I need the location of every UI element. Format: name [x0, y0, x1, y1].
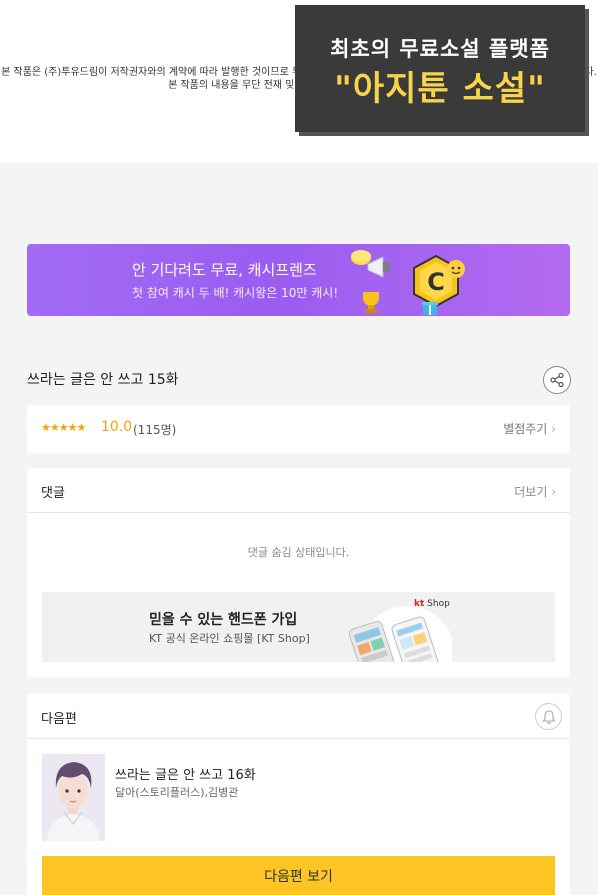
- rating-count: (115명): [133, 423, 177, 437]
- gift-box-icon: [422, 302, 438, 315]
- comments-more-label: 더보기: [514, 485, 548, 499]
- episode-title: 쓰라는 글은 안 쓰고 15화: [27, 372, 179, 388]
- notification-bell-button[interactable]: [535, 703, 562, 730]
- promo-line-1: 최초의 무료소설 플랫폼: [330, 37, 550, 61]
- next-episode-thumbnail[interactable]: [42, 754, 105, 841]
- kt-shop-ad[interactable]: 믿을 수 있는 핸드폰 가입 KT 공식 온라인 쇼핑몰 [KT Shop] k…: [42, 592, 555, 662]
- comments-panel: 댓글 더보기 › 댓글 숨김 상태입니다. 믿을 수 있는 핸드폰 가입 KT …: [27, 468, 570, 677]
- trophy-icon: [363, 292, 379, 313]
- share-icon: [550, 372, 564, 388]
- megaphone-icon: [367, 256, 390, 278]
- cash-banner-title: 안 기다려도 무료, 캐시프렌즈: [132, 261, 317, 279]
- comments-hidden-message: 댓글 숨김 상태입니다.: [247, 546, 350, 559]
- rate-button-label: 별점주기: [503, 422, 548, 436]
- rate-button[interactable]: 별점주기 ›: [503, 420, 556, 437]
- cash-friends-banner[interactable]: 안 기다려도 무료, 캐시프렌즈 첫 참여 캐시 두 배! 캐시왕은 10만 캐…: [27, 244, 570, 316]
- promo-line-2: "아지툰 소설": [334, 69, 546, 109]
- chevron-right-icon: ›: [551, 485, 556, 499]
- next-episode-authors: 달아(스토리플러스),김병관: [115, 786, 239, 799]
- next-header: 다음편: [27, 694, 570, 739]
- comments-header: 댓글 더보기 ›: [27, 468, 570, 513]
- chevron-right-icon: ›: [551, 422, 556, 436]
- phone-mockup-image: [348, 606, 452, 662]
- promo-overlay-ad[interactable]: 최초의 무료소설 플랫폼 "아지툰 소설": [295, 5, 585, 132]
- comments-heading: 댓글: [41, 486, 65, 501]
- share-button[interactable]: [543, 366, 571, 394]
- bell-icon: [541, 709, 556, 724]
- rating-panel: ★★★★★ 10.0 (115명) 별점주기 ›: [27, 405, 570, 453]
- comments-more-button[interactable]: 더보기 ›: [514, 483, 556, 500]
- rating-stars: ★★★★★: [41, 421, 86, 434]
- next-episode-button[interactable]: 다음편 보기: [42, 856, 555, 895]
- rating-score: 10.0: [101, 419, 133, 435]
- svg-text:C: C: [427, 268, 445, 296]
- character-portrait-image: [42, 754, 105, 841]
- next-episode-panel: 다음편 쓰라는 글은 안 쓰고 16화 달아(스토리플러스),김병관 다음편 보…: [27, 694, 570, 895]
- kt-ad-subtitle: KT 공식 온라인 쇼핑몰 [KT Shop]: [149, 632, 310, 645]
- next-heading: 다음편: [41, 712, 77, 727]
- kt-ad-title: 믿을 수 있는 핸드폰 가입: [149, 612, 298, 628]
- next-episode-title[interactable]: 쓰라는 글은 안 쓰고 16화: [115, 764, 256, 783]
- emoji-face-icon: [447, 260, 465, 278]
- cash-banner-subtitle: 첫 참여 캐시 두 배! 캐시왕은 10만 캐시!: [132, 286, 339, 300]
